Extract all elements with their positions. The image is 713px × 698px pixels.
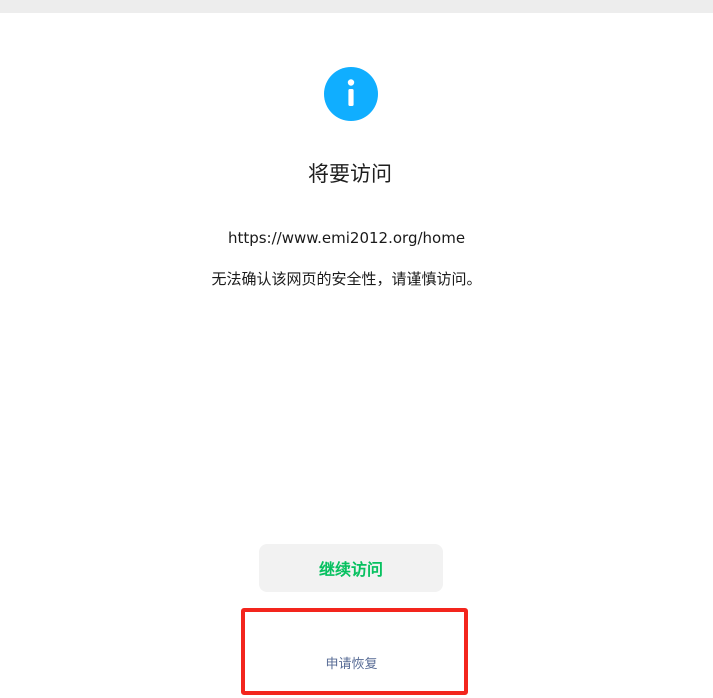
appeal-link[interactable]: 申请恢复 (0, 655, 703, 675)
page-title: 将要访问 (308, 162, 392, 186)
continue-button[interactable]: 继续访问 (259, 544, 443, 592)
highlight-box (241, 608, 468, 695)
info-icon (324, 67, 378, 121)
security-warning: 无法确认该网页的安全性，请谨慎访问。 (211, 270, 482, 288)
continue-button-label: 继续访问 (318, 560, 383, 579)
top-bar (0, 0, 713, 13)
target-url: https://www.emi2012.org/home (227, 229, 466, 247)
page: 将要访问 https://www.emi2012.org/home 无法确认该网… (0, 0, 713, 698)
